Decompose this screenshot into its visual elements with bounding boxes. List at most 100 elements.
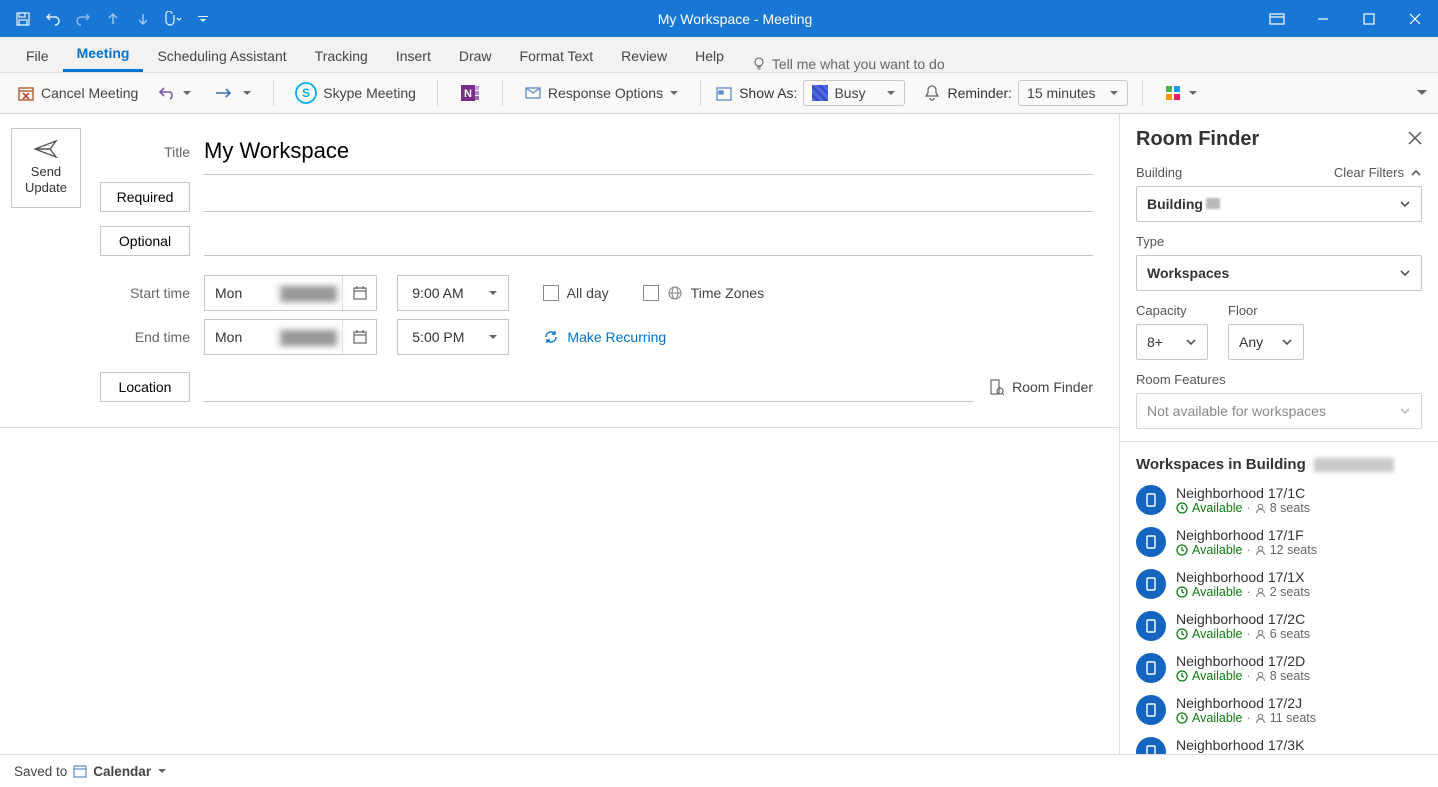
features-value: Not available for workspaces bbox=[1147, 403, 1326, 419]
send-update-label: SendUpdate bbox=[25, 164, 67, 195]
undo-split-button[interactable] bbox=[151, 80, 199, 106]
minimize-button[interactable] bbox=[1300, 0, 1346, 37]
show-as-label: Show As: bbox=[739, 85, 797, 101]
workspace-list-heading-text: Workspaces in Building bbox=[1136, 456, 1306, 473]
maximize-button[interactable] bbox=[1346, 0, 1392, 37]
chevron-down-icon bbox=[478, 332, 508, 342]
optional-button[interactable]: Optional bbox=[100, 226, 190, 256]
room-finder-icon bbox=[988, 378, 1004, 396]
required-button[interactable]: Required bbox=[100, 182, 190, 212]
redo-icon[interactable] bbox=[70, 6, 96, 32]
workspace-item[interactable]: Neighborhood 17/1X Available · 2 seats bbox=[1136, 569, 1422, 599]
cancel-meeting-button[interactable]: Cancel Meeting bbox=[10, 79, 145, 107]
calendar-icon[interactable] bbox=[342, 276, 376, 310]
workspace-seats: 6 seats bbox=[1270, 627, 1310, 641]
start-date-picker[interactable]: Mon ██████ bbox=[204, 275, 377, 311]
skype-meeting-button[interactable]: S Skype Meeting bbox=[288, 77, 423, 109]
workspace-name: Neighborhood 17/2D bbox=[1176, 653, 1310, 669]
workspace-item[interactable]: Neighborhood 17/3K bbox=[1136, 737, 1422, 754]
tab-scheduling-assistant[interactable]: Scheduling Assistant bbox=[143, 40, 300, 72]
workspace-item[interactable]: Neighborhood 17/1F Available · 12 seats bbox=[1136, 527, 1422, 557]
tab-format-text[interactable]: Format Text bbox=[506, 40, 608, 72]
tell-me-text: Tell me what you want to do bbox=[772, 56, 945, 72]
time-zones-checkbox[interactable]: Time Zones bbox=[643, 285, 764, 301]
capacity-dropdown[interactable]: 8+ bbox=[1136, 324, 1208, 360]
all-day-checkbox[interactable]: All day bbox=[543, 285, 609, 301]
ribbon-collapse-icon[interactable] bbox=[1416, 85, 1428, 101]
workspace-seats: 2 seats bbox=[1270, 585, 1310, 599]
end-time-picker[interactable]: 5:00 PM bbox=[397, 319, 509, 355]
reminder-value: 15 minutes bbox=[1027, 85, 1095, 101]
start-date-redacted: ██████ bbox=[275, 284, 342, 303]
saved-to-label: Saved to bbox=[14, 764, 67, 779]
workspace-item[interactable]: Neighborhood 17/1C Available · 8 seats bbox=[1136, 485, 1422, 515]
close-button[interactable] bbox=[1392, 0, 1438, 37]
optional-field[interactable] bbox=[204, 226, 1093, 256]
up-arrow-icon[interactable] bbox=[100, 6, 126, 32]
type-dropdown[interactable]: Workspaces bbox=[1136, 255, 1422, 291]
workspace-item[interactable]: Neighborhood 17/2D Available · 8 seats bbox=[1136, 653, 1422, 683]
save-icon[interactable] bbox=[10, 6, 36, 32]
make-recurring-link[interactable]: Make Recurring bbox=[543, 329, 666, 345]
workspace-status: Available bbox=[1192, 585, 1243, 599]
chevron-down-icon bbox=[886, 88, 896, 98]
workspace-item[interactable]: Neighborhood 17/2J Available · 11 seats bbox=[1136, 695, 1422, 725]
start-time-picker[interactable]: 9:00 AM bbox=[397, 275, 508, 311]
ribbon-display-options-icon[interactable] bbox=[1254, 0, 1300, 37]
response-options-button[interactable]: Response Options bbox=[517, 79, 686, 107]
onenote-button[interactable]: N bbox=[452, 77, 488, 109]
tab-file[interactable]: File bbox=[12, 40, 63, 72]
chevron-down-icon[interactable] bbox=[157, 766, 167, 776]
skype-icon: S bbox=[295, 82, 317, 104]
calendar-name: Calendar bbox=[93, 764, 151, 779]
workspace-status: Available bbox=[1192, 543, 1243, 557]
workspace-seats: 8 seats bbox=[1270, 669, 1310, 683]
svg-text:N: N bbox=[464, 88, 472, 100]
tab-review[interactable]: Review bbox=[607, 40, 681, 72]
location-field[interactable] bbox=[204, 372, 974, 402]
floor-dropdown[interactable]: Any bbox=[1228, 324, 1304, 360]
end-date-picker[interactable]: Mon ██████ bbox=[204, 319, 377, 355]
customize-qat-icon[interactable] bbox=[190, 6, 216, 32]
clock-icon bbox=[1176, 628, 1188, 640]
meeting-form-area: SendUpdate Title Required Optional bbox=[0, 114, 1120, 754]
undo-icon[interactable] bbox=[40, 6, 66, 32]
reminder-dropdown[interactable]: 15 minutes bbox=[1018, 80, 1128, 106]
window-title: My Workspace - Meeting bbox=[216, 11, 1254, 27]
clear-filters-button[interactable]: Clear Filters bbox=[1334, 165, 1422, 180]
categorize-button[interactable] bbox=[1157, 79, 1205, 107]
send-column: SendUpdate bbox=[0, 114, 92, 754]
chevron-down-icon bbox=[1399, 198, 1411, 210]
close-panel-button[interactable] bbox=[1408, 131, 1422, 148]
calendar-icon[interactable] bbox=[342, 320, 376, 354]
attach-dropdown-icon[interactable] bbox=[160, 6, 186, 32]
title-input[interactable] bbox=[204, 132, 1093, 170]
room-finder-toggle[interactable]: Room Finder bbox=[988, 378, 1093, 396]
tab-meeting[interactable]: Meeting bbox=[63, 37, 144, 72]
forward-split-button[interactable] bbox=[205, 80, 259, 106]
workspace-seats: 12 seats bbox=[1270, 543, 1317, 557]
workspace-status: Available bbox=[1192, 711, 1243, 725]
down-arrow-icon[interactable] bbox=[130, 6, 156, 32]
tell-me-search[interactable]: Tell me what you want to do bbox=[752, 56, 945, 72]
onenote-icon: N bbox=[459, 82, 481, 104]
building-label: Building bbox=[1136, 165, 1182, 180]
tab-tracking[interactable]: Tracking bbox=[301, 40, 382, 72]
clock-icon bbox=[1176, 502, 1188, 514]
room-finder-title: Room Finder bbox=[1136, 128, 1259, 151]
chevron-down-icon bbox=[1185, 336, 1197, 348]
workspace-item[interactable]: Neighborhood 17/2C Available · 6 seats bbox=[1136, 611, 1422, 641]
tab-help[interactable]: Help bbox=[681, 40, 738, 72]
clock-icon bbox=[1176, 712, 1188, 724]
send-update-button[interactable]: SendUpdate bbox=[11, 128, 81, 208]
show-as-value: Busy bbox=[834, 85, 865, 101]
show-as-dropdown[interactable]: Busy bbox=[803, 80, 905, 106]
required-field[interactable] bbox=[204, 182, 1093, 212]
location-button[interactable]: Location bbox=[100, 372, 190, 402]
workspace-badge-icon bbox=[1136, 653, 1166, 683]
tab-draw[interactable]: Draw bbox=[445, 40, 506, 72]
building-dropdown[interactable]: Building bbox=[1136, 186, 1422, 222]
person-icon bbox=[1255, 713, 1266, 724]
tab-insert[interactable]: Insert bbox=[382, 40, 445, 72]
workspace-name: Neighborhood 17/2J bbox=[1176, 695, 1316, 711]
